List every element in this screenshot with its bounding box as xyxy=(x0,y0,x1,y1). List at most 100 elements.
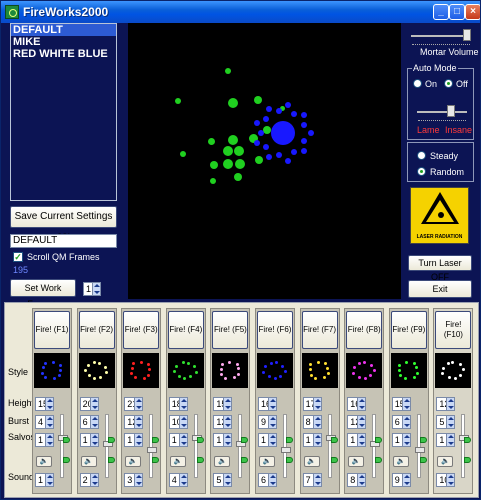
spinner-arrows-icon[interactable] xyxy=(45,398,53,410)
spinner-arrows-icon[interactable] xyxy=(178,398,187,410)
spinner-arrows-icon[interactable] xyxy=(357,474,366,486)
sound-spinner[interactable]: 5 xyxy=(213,473,233,487)
height-spinner[interactable]: 16 xyxy=(347,397,367,411)
salvos-spinner[interactable]: 1 xyxy=(347,433,367,447)
preset-item[interactable]: DEFAULT xyxy=(11,24,116,36)
volume-slider[interactable] xyxy=(325,414,336,478)
fire-button[interactable]: Fire! (F6) xyxy=(257,311,293,349)
sound-spinner[interactable]: 6 xyxy=(258,473,277,487)
slider-thumb[interactable] xyxy=(447,105,455,117)
salvos-spinner[interactable]: 1 xyxy=(213,433,233,447)
spinner-arrows-icon[interactable] xyxy=(312,398,321,410)
scroll-frames-checkbox[interactable]: ✓ xyxy=(13,252,23,262)
minimize-button[interactable]: _ xyxy=(433,4,449,20)
style-preview[interactable] xyxy=(346,353,383,388)
style-preview[interactable] xyxy=(123,353,160,388)
spinner-arrows-icon[interactable] xyxy=(92,283,100,295)
height-spinner[interactable]: 16 xyxy=(258,397,277,411)
sound-spinner[interactable]: 2 xyxy=(79,473,99,487)
fire-button[interactable]: Fire! (F4) xyxy=(167,311,204,349)
spinner-arrows-icon[interactable] xyxy=(401,434,410,446)
steady-radio[interactable] xyxy=(417,151,426,160)
burst-spinner[interactable]: 12 xyxy=(124,415,144,429)
title-bar[interactable]: FireWorks2000 _ □ × xyxy=(1,1,480,23)
spinner-arrows-icon[interactable] xyxy=(268,416,276,428)
spinner-arrows-icon[interactable] xyxy=(178,416,187,428)
spinner-arrows-icon[interactable] xyxy=(357,398,366,410)
height-spinner[interactable]: 18 xyxy=(168,397,188,411)
spinner-arrows-icon[interactable] xyxy=(446,434,455,446)
volume-slider[interactable] xyxy=(370,414,381,478)
volume-slider[interactable] xyxy=(459,414,470,478)
height-spinner[interactable]: 15 xyxy=(391,397,411,411)
style-preview[interactable] xyxy=(34,353,70,388)
volume-slider[interactable] xyxy=(281,414,291,478)
fire-button[interactable]: Fire! (F10) xyxy=(435,311,472,349)
fire-button[interactable]: Fire! (F3) xyxy=(123,311,160,349)
burst-spinner[interactable]: 5 xyxy=(436,415,456,429)
spinner-arrows-icon[interactable] xyxy=(312,434,321,446)
style-preview[interactable] xyxy=(167,353,204,388)
spinner-arrows-icon[interactable] xyxy=(401,416,410,428)
burst-spinner[interactable]: 4 xyxy=(35,415,54,429)
spinner-arrows-icon[interactable] xyxy=(223,434,232,446)
speaker-icon[interactable]: 🔈 xyxy=(169,456,186,467)
speaker-icon[interactable]: 🔈 xyxy=(348,456,365,467)
set-work-frame-button[interactable]: Set Work Frame> xyxy=(10,279,76,309)
speaker-icon[interactable]: 🔈 xyxy=(80,456,97,467)
style-preview[interactable] xyxy=(212,353,249,388)
sound-spinner[interactable]: 8 xyxy=(347,473,367,487)
auto-off-radio[interactable] xyxy=(444,79,453,88)
spinner-arrows-icon[interactable] xyxy=(268,474,276,486)
maximize-button[interactable]: □ xyxy=(449,4,465,20)
spinner-arrows-icon[interactable] xyxy=(446,416,455,428)
spinner-arrows-icon[interactable] xyxy=(178,474,187,486)
spinner-arrows-icon[interactable] xyxy=(446,474,455,486)
mortar-volume-slider[interactable] xyxy=(411,29,471,43)
spinner-arrows-icon[interactable] xyxy=(89,398,98,410)
spinner-arrows-icon[interactable] xyxy=(89,474,98,486)
sound-spinner[interactable]: 1 xyxy=(35,473,54,487)
slider-thumb[interactable] xyxy=(281,447,291,453)
spinner-arrows-icon[interactable] xyxy=(134,416,143,428)
volume-slider[interactable] xyxy=(58,414,68,478)
salvos-spinner[interactable]: 1 xyxy=(168,433,188,447)
spinner-arrows-icon[interactable] xyxy=(134,434,143,446)
salvos-spinner[interactable]: 1 xyxy=(79,433,99,447)
style-preview[interactable] xyxy=(257,353,293,388)
preset-item[interactable]: MIKE xyxy=(11,36,116,48)
exit-button[interactable]: Exit xyxy=(408,280,472,298)
salvos-spinner[interactable]: 1 xyxy=(258,433,277,447)
preset-item[interactable]: RED WHITE BLUE xyxy=(11,48,116,60)
speaker-icon[interactable]: 🔈 xyxy=(125,456,142,467)
spinner-arrows-icon[interactable] xyxy=(357,416,366,428)
sound-spinner[interactable]: 3 xyxy=(124,473,144,487)
burst-spinner[interactable]: 12 xyxy=(213,415,233,429)
intensity-slider[interactable] xyxy=(417,105,467,119)
salvos-spinner[interactable]: 1 xyxy=(124,433,144,447)
height-spinner[interactable]: 15 xyxy=(35,397,54,411)
spinner-arrows-icon[interactable] xyxy=(401,474,410,486)
spinner-arrows-icon[interactable] xyxy=(178,434,187,446)
volume-slider[interactable] xyxy=(414,414,425,478)
spinner-arrows-icon[interactable] xyxy=(89,416,98,428)
burst-spinner[interactable]: 6 xyxy=(79,415,99,429)
fire-button[interactable]: Fire! (F7) xyxy=(301,311,338,349)
sound-spinner[interactable]: 4 xyxy=(168,473,188,487)
preset-list[interactable]: DEFAULT MIKE RED WHITE BLUE xyxy=(10,23,117,201)
slider-thumb[interactable] xyxy=(147,447,158,453)
spinner-arrows-icon[interactable] xyxy=(268,434,276,446)
volume-slider[interactable] xyxy=(102,414,113,478)
style-preview[interactable] xyxy=(435,353,472,388)
spinner-arrows-icon[interactable] xyxy=(268,398,276,410)
spinner-arrows-icon[interactable] xyxy=(89,434,98,446)
fire-button[interactable]: Fire! (F1) xyxy=(34,311,70,349)
volume-slider[interactable] xyxy=(191,414,202,478)
spinner-arrows-icon[interactable] xyxy=(312,474,321,486)
save-settings-button[interactable]: Save Current Settings as: xyxy=(10,206,117,242)
random-radio[interactable] xyxy=(417,167,426,176)
salvos-spinner[interactable]: 1 xyxy=(302,433,322,447)
spinner-arrows-icon[interactable] xyxy=(401,398,410,410)
volume-slider[interactable] xyxy=(147,414,158,478)
height-spinner[interactable]: 21 xyxy=(124,397,144,411)
